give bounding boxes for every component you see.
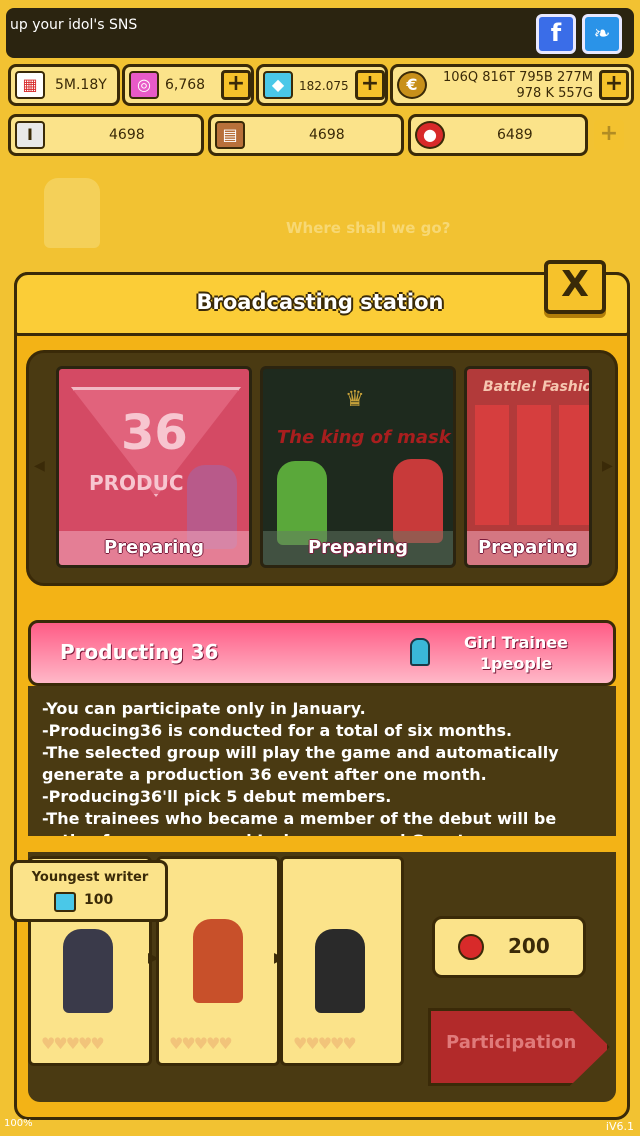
card-status: Preparing	[263, 531, 453, 565]
heart-rating-icon: ♥♥♥♥♥	[41, 1034, 105, 1053]
close-button[interactable]: X	[544, 260, 606, 314]
add-pink-gem-button[interactable]: +	[221, 70, 251, 100]
add-coin-button[interactable]: +	[599, 70, 629, 100]
blue-gem-box: ◆ 182.075 +	[256, 64, 388, 106]
card-overlay-title: The king of mask	[277, 427, 451, 448]
pink-gem-icon: ◎	[129, 71, 159, 99]
card-sub-title: PRODUC	[89, 471, 184, 495]
tomato-box: ● 6489	[408, 114, 588, 156]
clothes-rack-image	[475, 405, 589, 525]
pink-gem-value: 6,768	[165, 77, 206, 93]
program-card-battle-fashion[interactable]: Battle! Fashio Preparing	[464, 366, 592, 568]
tooltip-title: Youngest writer	[31, 870, 149, 885]
tomato-icon	[458, 934, 484, 960]
card-big-number: 36	[121, 405, 188, 461]
description-line: -The trainees who became a member of the…	[42, 809, 557, 836]
cost-value: 200	[508, 934, 550, 958]
tooltip-value: 100	[84, 892, 114, 908]
blue-gem-icon: ◆	[263, 71, 293, 99]
date-box: ▦ 5M.18Y	[8, 64, 120, 106]
version-label: iV6.1	[605, 1120, 634, 1133]
brick-icon: ▤	[215, 121, 245, 149]
background-character	[44, 178, 100, 248]
tomato-value: 6489	[497, 127, 533, 143]
description-line: -You can participate only in January.	[42, 699, 366, 718]
zoom-level: 100%	[4, 1118, 33, 1129]
carousel-right-arrow-icon[interactable]: ▶	[602, 458, 613, 474]
coin-box: € 106Q 816T 795B 277M 978 K 557G +	[390, 64, 634, 106]
description-line: -Producing36 is conducted for a total of…	[42, 721, 513, 740]
program-card-producing36[interactable]: 36 PRODUC Preparing	[56, 366, 252, 568]
date-value: 5M.18Y	[55, 77, 107, 93]
program-description[interactable]: -You can participate only in January. -P…	[28, 686, 616, 836]
coin-value: 106Q 816T 795B 277M 978 K 557G	[429, 70, 593, 102]
trainee-type: Girl Trainee	[464, 633, 568, 652]
participant-character	[315, 929, 365, 1013]
iron-value: 4698	[109, 127, 145, 143]
description-line: -Producing36'll pick 5 debut members.	[42, 787, 392, 806]
trainee-count: 1people	[479, 654, 553, 673]
carousel-left-arrow-icon[interactable]: ◀	[34, 458, 45, 474]
heart-rating-icon: ♥♥♥♥♥	[293, 1034, 357, 1053]
add-tomato-button[interactable]: +	[594, 120, 624, 150]
blue-gem-value: 182.075	[299, 79, 349, 93]
tomato-icon: ●	[415, 121, 445, 149]
card-status: Preparing	[467, 531, 589, 565]
participant-character	[193, 919, 243, 1003]
add-blue-gem-button[interactable]: +	[355, 70, 385, 100]
card-overlay-title: Battle! Fashio	[483, 379, 592, 395]
calendar-icon: ▦	[15, 71, 45, 99]
participant-character	[63, 929, 113, 1013]
coin-value-line2: 978 K 557G	[516, 86, 594, 101]
program-title: Producting 36	[60, 640, 219, 664]
sns-text[interactable]: up your idol's SNS	[10, 17, 137, 33]
coin-value-line1: 106Q 816T 795B 277M	[443, 70, 593, 85]
participant-slot-3[interactable]: ♥♥♥♥♥	[280, 856, 404, 1066]
program-card-king-of-mask[interactable]: ♛ The king of mask Preparing	[260, 366, 456, 568]
facebook-icon[interactable]: f	[536, 14, 576, 54]
where-to-go-text: Where shall we go?	[286, 219, 451, 237]
coin-icon: €	[397, 71, 427, 99]
description-line: -The selected group will play the game a…	[42, 743, 559, 784]
heart-rating-icon: ♥♥♥♥♥	[169, 1034, 233, 1053]
resource-row-1: ▦ 5M.18Y ◎ 6,768 + ◆ 182.075 + € 106Q 81…	[6, 64, 636, 108]
participation-label[interactable]: Participation	[446, 1032, 576, 1053]
crown-icon: ♛	[345, 387, 365, 412]
trainee-requirement: Girl Trainee 1people	[446, 632, 586, 674]
participant-slot-2[interactable]: ♥♥♥♥♥	[156, 856, 280, 1066]
pink-gem-box: ◎ 6,768 +	[122, 64, 254, 106]
card-status: Preparing	[59, 531, 249, 565]
trainee-person-icon	[410, 638, 430, 666]
iron-beam-icon: I	[15, 121, 45, 149]
blue-gem-icon	[54, 892, 76, 912]
iron-box: I 4698	[8, 114, 204, 156]
twitter-icon[interactable]: ❧	[582, 14, 622, 54]
resource-row-2: I 4698 ▤ 4698 ● 6489 +	[6, 114, 636, 158]
brick-value: 4698	[309, 127, 345, 143]
brick-box: ▤ 4698	[208, 114, 404, 156]
